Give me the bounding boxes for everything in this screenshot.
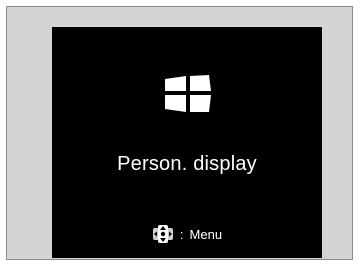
hint-label: Menu xyxy=(189,226,223,242)
display-screen: Person. display : Menu xyxy=(52,27,322,258)
joystick-icon xyxy=(152,225,173,243)
personalized-display-icon xyxy=(165,75,211,112)
figure-frame: Person. display : Menu xyxy=(6,6,353,260)
menu-hint: : Menu xyxy=(52,223,322,245)
hint-separator: : xyxy=(179,226,184,242)
screen-title: Person. display xyxy=(117,153,257,175)
